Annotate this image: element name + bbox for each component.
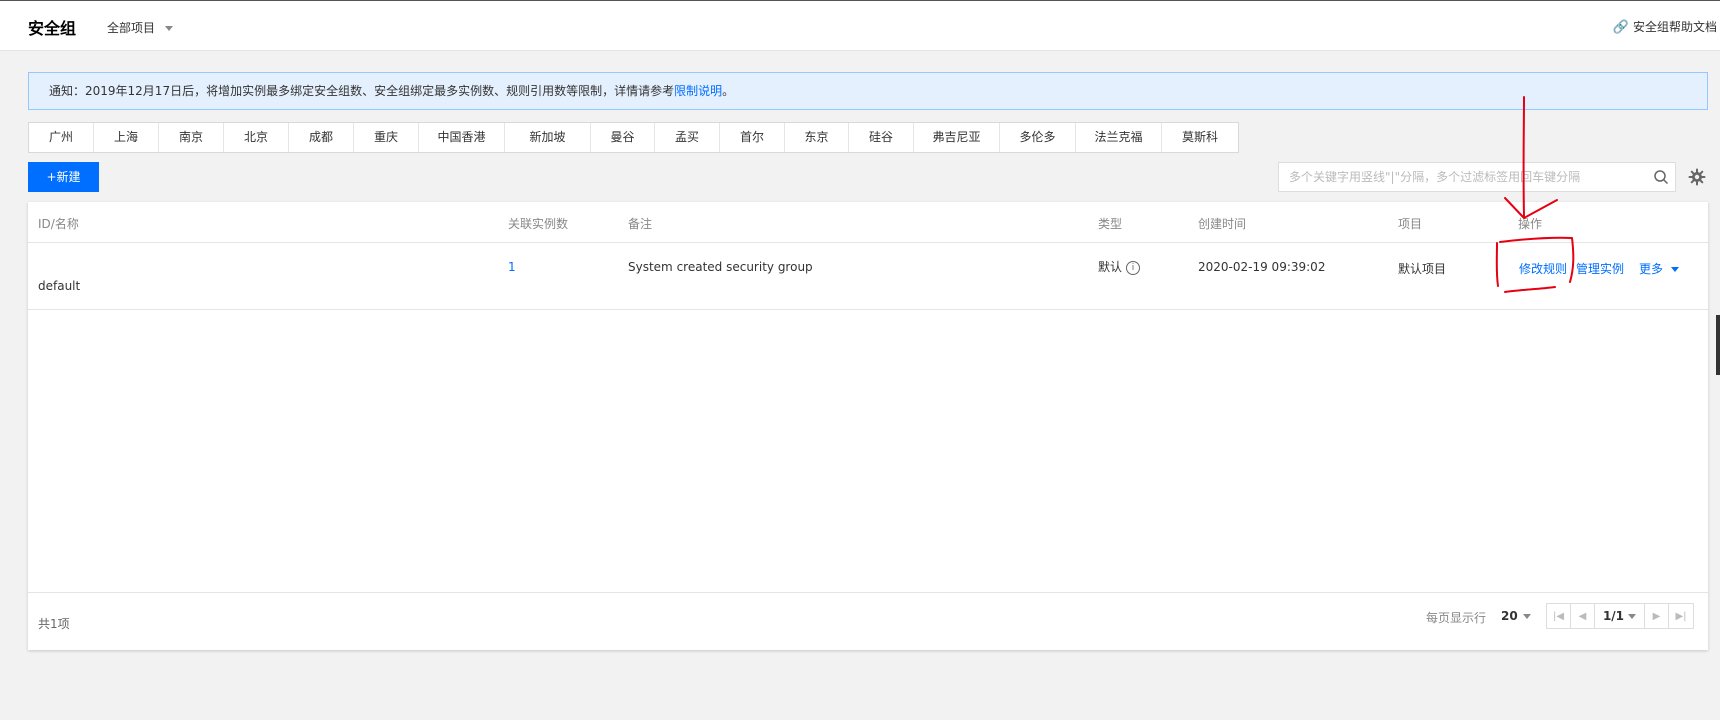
tab-region-virginia[interactable]: 弗吉尼亚 bbox=[914, 123, 1000, 152]
notice-text: 通知：2019年12月17日后，将增加实例最多绑定安全组数、安全组绑定最多实例数… bbox=[49, 84, 675, 98]
notice-suffix: 。 bbox=[722, 84, 735, 98]
help-doc-label: 安全组帮助文档 bbox=[1632, 20, 1717, 34]
tab-region-nanjing[interactable]: 南京 bbox=[159, 123, 224, 152]
modify-rules-link[interactable]: 修改规则 bbox=[1519, 260, 1567, 277]
chevron-down-icon bbox=[165, 26, 174, 31]
scrollbar-thumb[interactable] bbox=[1716, 315, 1720, 375]
notice-banner: 通知：2019年12月17日后，将增加实例最多绑定安全组数、安全组绑定最多实例数… bbox=[28, 72, 1708, 110]
last-page-icon[interactable]: ▶| bbox=[1669, 604, 1693, 628]
info-icon[interactable]: i bbox=[1126, 260, 1141, 275]
col-type: 类型 bbox=[1098, 217, 1123, 231]
project-selector-label: 全部项目 bbox=[107, 21, 156, 35]
col-created: 创建时间 bbox=[1198, 217, 1247, 231]
notice-limit-link[interactable]: 限制说明 bbox=[674, 84, 722, 98]
tab-region-shanghai[interactable]: 上海 bbox=[94, 123, 159, 152]
new-button[interactable]: +新建 bbox=[28, 162, 99, 192]
tab-region-frankfurt[interactable]: 法兰克福 bbox=[1076, 123, 1162, 152]
col-id-name: ID/名称 bbox=[38, 217, 79, 231]
gear-icon[interactable] bbox=[1688, 168, 1706, 186]
per-page-select[interactable]: 20 bbox=[1501, 609, 1531, 623]
group-type: 默认 i bbox=[1098, 258, 1141, 275]
search-input[interactable] bbox=[1279, 163, 1659, 191]
project-selector[interactable]: 全部项目 bbox=[107, 19, 174, 36]
search-icon[interactable] bbox=[1653, 169, 1669, 185]
tab-region-bangkok[interactable]: 曼谷 bbox=[591, 123, 655, 152]
col-remark: 备注 bbox=[628, 217, 653, 231]
page-header: 安全组 全部项目 🔗 安全组帮助文档 bbox=[0, 0, 1720, 51]
group-project: 默认项目 bbox=[1398, 262, 1447, 276]
prev-page-icon[interactable]: ◀ bbox=[1571, 604, 1595, 628]
chevron-down-icon bbox=[1522, 614, 1531, 619]
page-title: 安全组 bbox=[28, 19, 77, 38]
group-type-label: 默认 bbox=[1098, 260, 1123, 274]
chevron-down-icon bbox=[1671, 267, 1680, 272]
table-header: ID/名称 关联实例数 备注 类型 创建时间 项目 操作 bbox=[28, 202, 1708, 243]
table-footer-divider bbox=[28, 592, 1708, 593]
group-remark: System created security group bbox=[628, 260, 813, 274]
manage-instances-link[interactable]: 管理实例 bbox=[1576, 260, 1624, 277]
group-created-time: 2020-02-19 09:39:02 bbox=[1198, 260, 1326, 274]
tab-region-chongqing[interactable]: 重庆 bbox=[354, 123, 419, 152]
pagination: |◀ ◀ 1/1 ▶ ▶| bbox=[1546, 603, 1694, 629]
col-instances: 关联实例数 bbox=[508, 217, 569, 231]
tab-region-tokyo[interactable]: 东京 bbox=[785, 123, 849, 152]
current-page: 1/1 bbox=[1602, 609, 1625, 623]
tab-region-toronto[interactable]: 多伦多 bbox=[1000, 123, 1076, 152]
chevron-down-icon bbox=[1628, 613, 1637, 619]
tab-region-hongkong[interactable]: 中国香港 bbox=[419, 123, 505, 152]
link-icon: 🔗 bbox=[1612, 20, 1629, 35]
next-page-icon[interactable]: ▶ bbox=[1645, 604, 1669, 628]
security-group-table: ID/名称 关联实例数 备注 类型 创建时间 项目 操作 default 1 S… bbox=[28, 202, 1708, 650]
instance-count-link[interactable]: 1 bbox=[508, 260, 516, 274]
more-actions-dropdown[interactable]: 更多 bbox=[1639, 260, 1680, 277]
table-row: default 1 System created security group … bbox=[28, 242, 1708, 310]
tab-region-guangzhou[interactable]: 广州 bbox=[29, 123, 94, 152]
col-actions: 操作 bbox=[1518, 217, 1543, 231]
tab-region-mumbai[interactable]: 孟买 bbox=[655, 123, 720, 152]
more-actions-label: 更多 bbox=[1639, 262, 1664, 276]
tab-region-siliconvalley[interactable]: 硅谷 bbox=[849, 123, 914, 152]
tab-region-moscow[interactable]: 莫斯科 bbox=[1162, 123, 1238, 152]
tab-region-beijing[interactable]: 北京 bbox=[224, 123, 289, 152]
col-project: 项目 bbox=[1398, 217, 1423, 231]
tab-region-singapore[interactable]: 新加坡 bbox=[505, 123, 591, 152]
per-page-value: 20 bbox=[1501, 609, 1518, 623]
help-doc-link[interactable]: 🔗 安全组帮助文档 bbox=[1613, 18, 1717, 35]
total-count: 共1项 bbox=[38, 617, 70, 631]
tab-region-chengdu[interactable]: 成都 bbox=[289, 123, 354, 152]
first-page-icon[interactable]: |◀ bbox=[1547, 604, 1571, 628]
tab-region-seoul[interactable]: 首尔 bbox=[720, 123, 785, 152]
page-selector[interactable]: 1/1 bbox=[1595, 604, 1645, 628]
search-box bbox=[1278, 162, 1676, 192]
per-page-label: 每页显示行 bbox=[1426, 611, 1487, 625]
region-tabs: 广州 上海 南京 北京 成都 重庆 中国香港 新加坡 曼谷 孟买 首尔 东京 硅… bbox=[28, 122, 1239, 153]
group-name: default bbox=[38, 279, 81, 293]
